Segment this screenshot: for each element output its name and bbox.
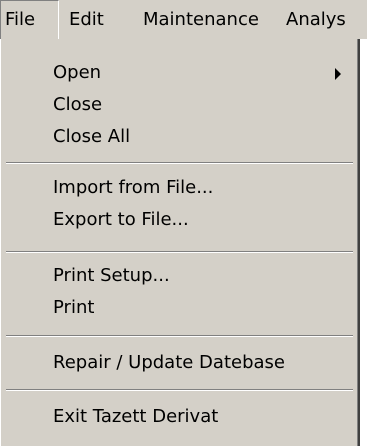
menu-item-print-setup-label: Print Setup... <box>53 265 170 286</box>
menu-item-export-label: Export to File... <box>53 209 189 230</box>
menu-separator <box>6 251 353 253</box>
menu-item-import[interactable]: Import from File... <box>1 172 357 204</box>
menu-item-close[interactable]: Close <box>1 89 357 121</box>
menu-edit[interactable]: Edit <box>69 0 104 39</box>
menu-item-import-label: Import from File... <box>53 177 214 198</box>
menu-maintenance[interactable]: Maintenance <box>143 0 259 39</box>
menu-analysis[interactable]: Analys <box>286 0 346 39</box>
menu-bar: File Edit Maintenance Analys <box>0 0 367 40</box>
menu-item-close-all[interactable]: Close All <box>1 121 357 153</box>
chevron-right-icon <box>335 68 341 80</box>
menu-item-open-label: Open <box>53 62 102 83</box>
menu-item-repair[interactable]: Repair / Update Datebase <box>1 347 357 379</box>
menu-item-close-label: Close <box>53 94 103 115</box>
menu-item-open[interactable]: Open <box>1 57 357 89</box>
menu-item-exit-label: Exit Tazett Derivat <box>53 406 219 427</box>
file-menu-dropdown: Open Close Close All Import from File...… <box>0 39 360 446</box>
menu-separator <box>6 162 353 164</box>
menu-item-close-all-label: Close All <box>53 126 131 147</box>
menu-separator <box>6 389 353 391</box>
menu-item-print-label: Print <box>53 297 95 318</box>
menu-item-repair-label: Repair / Update Datebase <box>53 352 285 373</box>
menu-item-export[interactable]: Export to File... <box>1 204 357 236</box>
menu-separator <box>6 335 353 337</box>
menu-file[interactable]: File <box>0 0 59 40</box>
menu-item-print[interactable]: Print <box>1 292 357 324</box>
menu-item-exit[interactable]: Exit Tazett Derivat <box>1 401 357 433</box>
menu-item-print-setup[interactable]: Print Setup... <box>1 260 357 292</box>
